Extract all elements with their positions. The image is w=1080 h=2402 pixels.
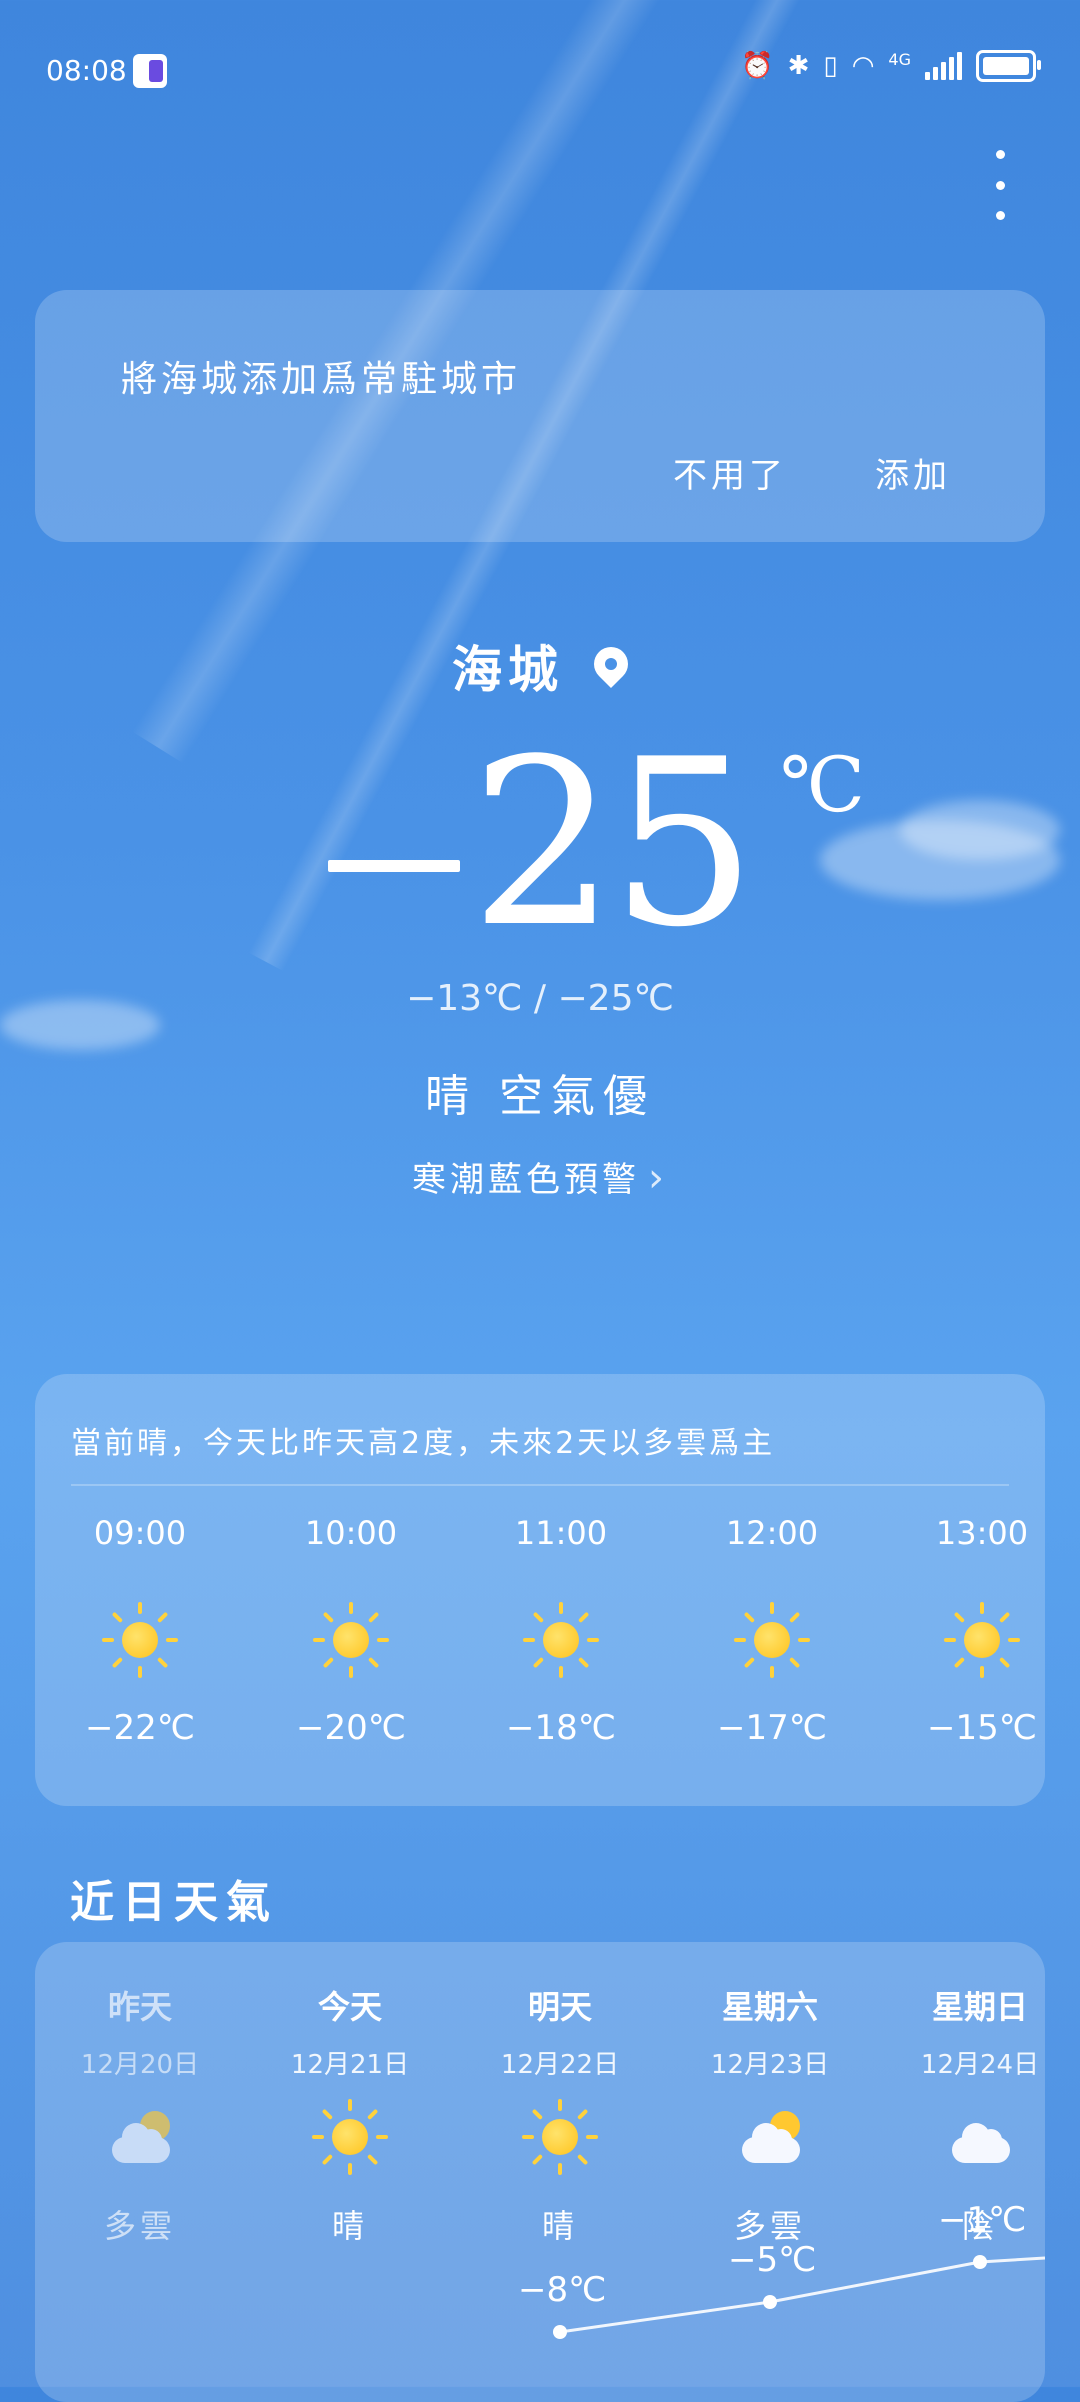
section-title-recent-weather: 近日天氣 (70, 1877, 278, 1928)
forecast-summary: 當前晴，今天比昨天高2度，未來2天以多雲爲主 (71, 1426, 776, 1461)
sun-icon (734, 1602, 810, 1678)
trend-point (763, 2295, 777, 2309)
status-bar: 08:08 ⏰ ✱ ▯ ◠ 4G (0, 0, 1080, 140)
dismiss-button[interactable]: 不用了 (673, 448, 787, 497)
temperature-range: −13℃ / −25℃ (406, 978, 674, 1019)
trend-high-temp: −8℃ (518, 2270, 607, 2310)
hour-temp: −20℃ (296, 1708, 406, 1748)
current-temperature: 25 (470, 711, 757, 978)
sun-icon (313, 1602, 389, 1678)
warning-text: 寒潮藍色預警 (412, 1160, 640, 1200)
daily-forecast-card: 昨天 12月20日 多雲 今天 12月21日晴明天 12月22日晴星期六 12月23日 多雲星… (35, 1942, 1045, 2402)
battery-icon (976, 50, 1041, 82)
sun-icon (944, 1602, 1020, 1678)
trend-high-temp: −1℃ (938, 2200, 1027, 2240)
temperature-trend-chart (553, 2255, 1045, 2339)
hour-time: 09:00 (93, 1514, 187, 1552)
hour-time: 11:00 (514, 1514, 608, 1552)
chevron-right-icon: › (648, 1155, 668, 1201)
temperature-unit: ℃ (780, 740, 866, 829)
alarm-icon: ⏰ (741, 51, 774, 81)
hour-temp: −22℃ (85, 1708, 195, 1748)
background-cloud (900, 800, 1060, 860)
more-options-icon[interactable] (990, 150, 1010, 220)
weather-warning-link[interactable]: 寒潮藍色預警 › (0, 1152, 1080, 1201)
city-title[interactable]: 海城 (0, 630, 1080, 702)
hour-temp: −15℃ (927, 1708, 1037, 1748)
hourly-item: 13:00 −15℃ (912, 1514, 1052, 1748)
trend-point (553, 2325, 567, 2339)
add-button[interactable]: 添加 (875, 448, 951, 497)
hourly-item: 10:00 −20℃ (281, 1514, 421, 1748)
network-type: 4G (888, 50, 911, 69)
vibrate-icon: ▯ (823, 51, 838, 81)
bluetooth-icon: ✱ (787, 51, 810, 81)
wifi-icon: ◠ (851, 51, 875, 81)
hourly-item: 11:00 −18℃ (491, 1514, 631, 1748)
sun-icon (102, 1602, 178, 1678)
divider (71, 1484, 1009, 1486)
hour-time: 10:00 (304, 1514, 398, 1552)
hourly-item: 09:00 −22℃ (70, 1514, 210, 1748)
add-city-banner: 將海城添加爲常駐城市 不用了 添加 (35, 290, 1045, 542)
hourly-item: 12:00 −17℃ (702, 1514, 842, 1748)
hour-time: 13:00 (935, 1514, 1029, 1552)
condition-text: 晴 空氣優 (425, 1071, 655, 1122)
status-time: 08:08 (46, 54, 127, 87)
hour-time: 12:00 (725, 1514, 819, 1552)
hourly-forecast-card: 當前晴，今天比昨天高2度，未來2天以多雲爲主 09:00 −22℃ 10:00 −20… (35, 1374, 1045, 1806)
sun-icon (523, 1602, 599, 1678)
trend-point (973, 2255, 987, 2269)
trend-high-temp: −5℃ (728, 2240, 817, 2280)
app-notification-icon (133, 54, 167, 88)
hour-temp: −17℃ (717, 1708, 827, 1748)
city-name: 海城 (452, 641, 564, 699)
banner-message: 將海城添加爲常駐城市 (121, 359, 522, 400)
signal-icon (925, 52, 962, 80)
status-icons: ⏰ ✱ ▯ ◠ 4G (741, 50, 1041, 82)
location-pin-icon (586, 639, 636, 688)
hour-temp: −18℃ (506, 1708, 616, 1748)
